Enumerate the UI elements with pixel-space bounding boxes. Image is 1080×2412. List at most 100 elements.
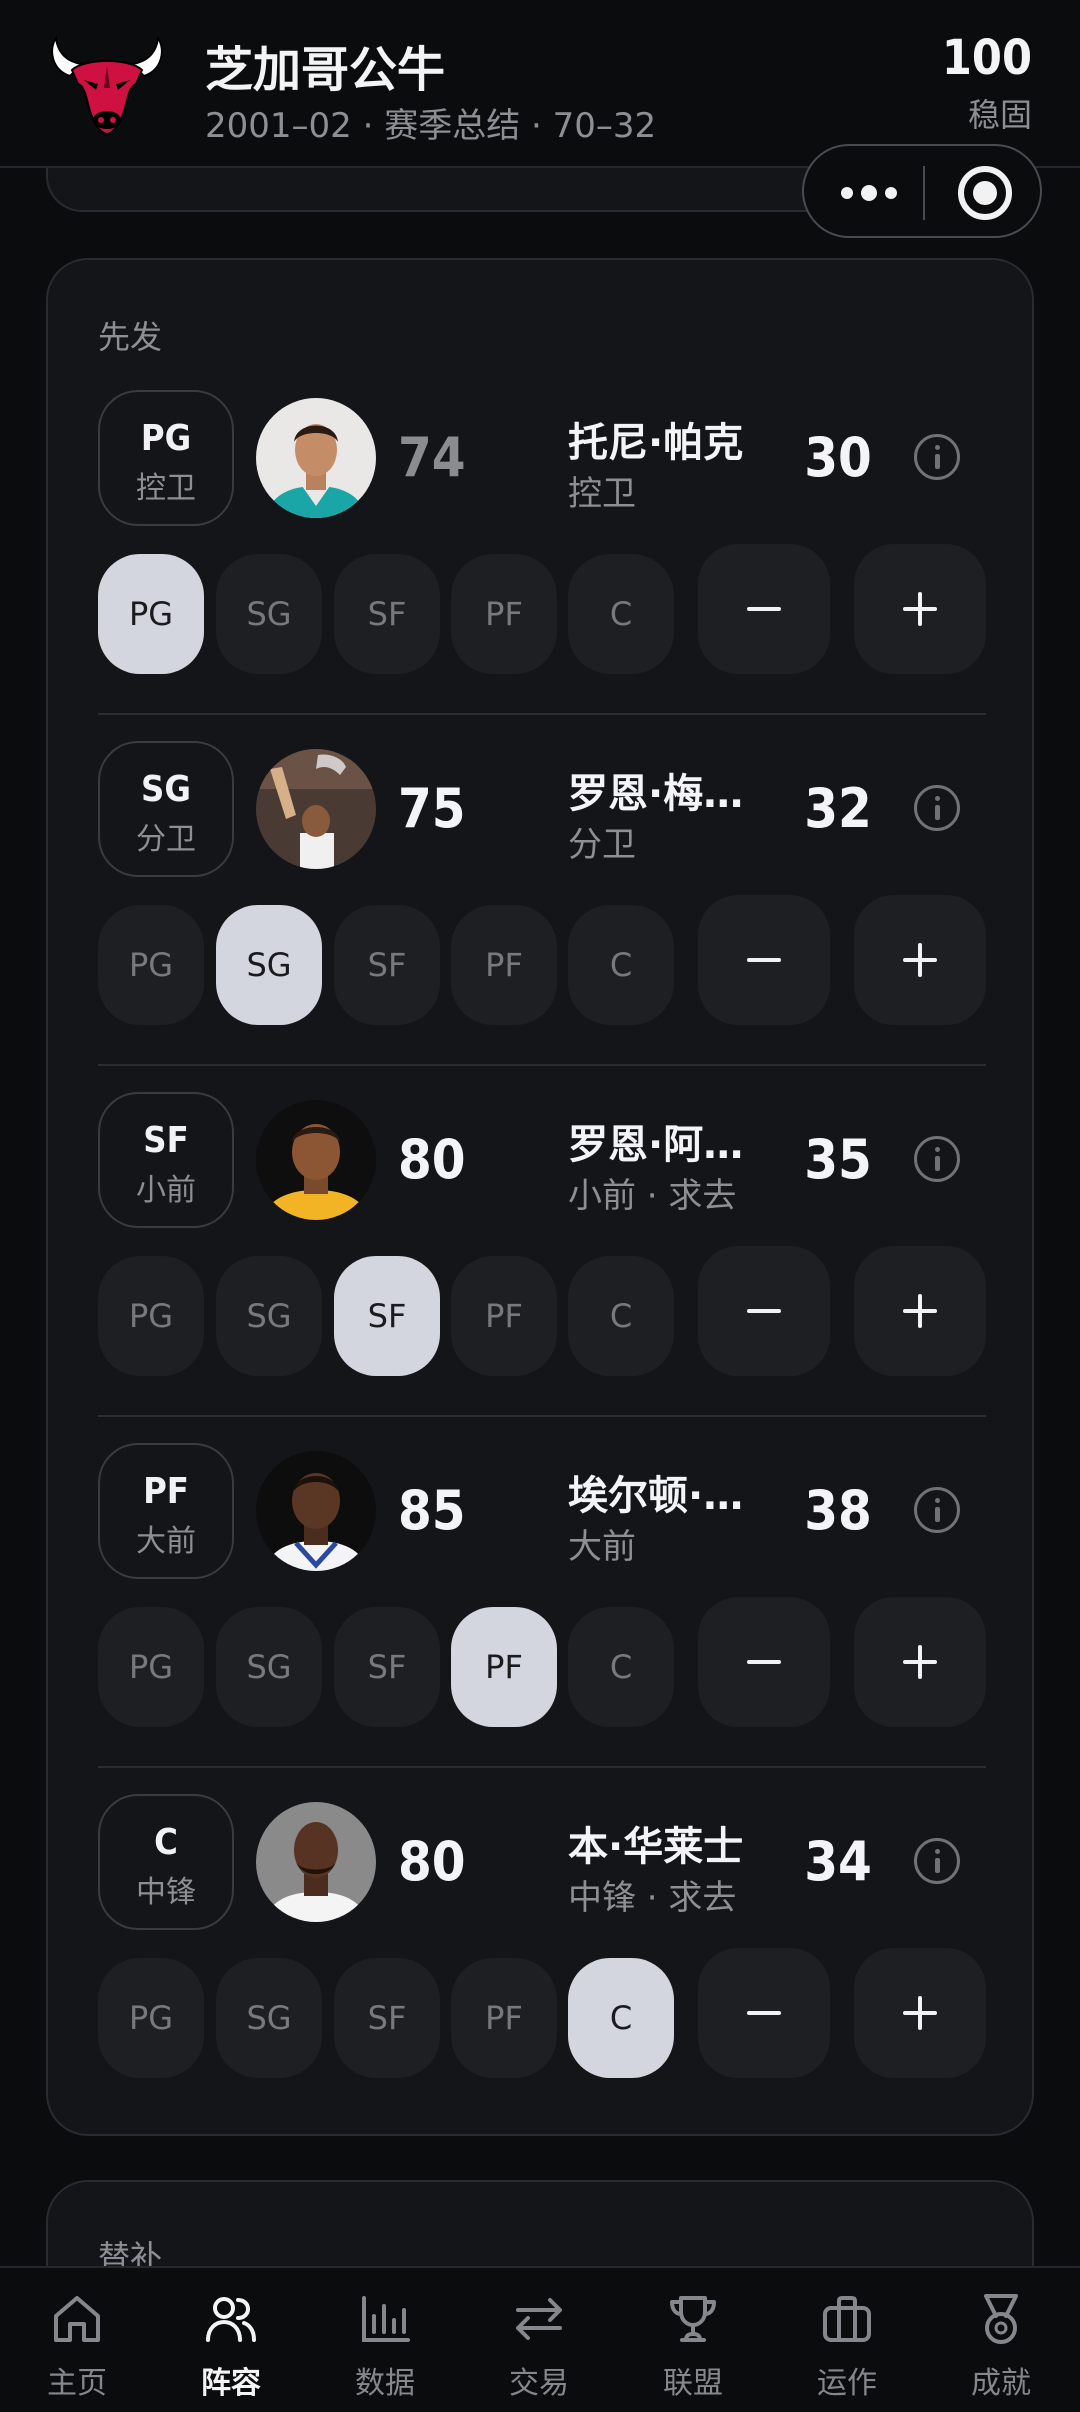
minus-icon	[747, 958, 781, 962]
position-option-c[interactable]: C	[568, 1958, 674, 2078]
position-option-pf[interactable]: PF	[451, 1958, 557, 2078]
position-option-sf[interactable]: SF	[334, 1607, 440, 1727]
decrease-button[interactable]	[698, 544, 830, 674]
position-tag: SF 小前	[98, 1092, 234, 1228]
position-option-c[interactable]: C	[568, 1256, 674, 1376]
plus-icon	[903, 1294, 937, 1328]
position-option-pg[interactable]: PG	[98, 1958, 204, 2078]
minus-icon	[747, 607, 781, 611]
player-row: PF 大前 85 埃尔顿·… 大前 38 PG SG SF PF C	[98, 1443, 986, 1794]
player-avatar[interactable]	[256, 398, 376, 518]
increase-button[interactable]	[854, 1597, 986, 1727]
increase-button[interactable]	[854, 1246, 986, 1376]
overall-rating: 85	[398, 1479, 466, 1542]
position-abbr: SF	[143, 1120, 189, 1161]
nav-item-roster[interactable]: 阵容	[154, 2268, 308, 2412]
row-divider	[98, 1415, 986, 1417]
plus-icon	[903, 943, 937, 977]
info-icon[interactable]	[914, 434, 960, 480]
trade-icon	[516, 2298, 562, 2340]
nav-item-stats[interactable]: 数据	[308, 2268, 462, 2412]
nav-item-home[interactable]: 主页	[0, 2268, 154, 2412]
info-icon[interactable]	[914, 1838, 960, 1884]
starters-card: 先发 PG 控卫 74 托尼·帕克 控卫 30 PG SG SF PF C SG…	[46, 258, 1034, 2136]
row-divider	[98, 1064, 986, 1066]
position-option-sg[interactable]: SG	[216, 905, 322, 1025]
position-option-sg[interactable]: SG	[216, 1607, 322, 1727]
position-option-sg[interactable]: SG	[216, 1958, 322, 2078]
info-icon[interactable]	[914, 1136, 960, 1182]
player-name[interactable]: 本·华莱士	[568, 1814, 768, 1872]
position-option-c[interactable]: C	[568, 1607, 674, 1727]
stability-value: 100	[941, 30, 1032, 86]
player-name[interactable]: 埃尔顿·…	[568, 1463, 768, 1521]
position-option-sf[interactable]: SF	[334, 554, 440, 674]
nav-item-operations[interactable]: 运作	[770, 2268, 924, 2412]
player-avatar[interactable]	[256, 1802, 376, 1922]
decrease-button[interactable]	[698, 1597, 830, 1727]
position-option-sg[interactable]: SG	[216, 1256, 322, 1376]
plus-icon	[903, 1996, 937, 2030]
position-option-c[interactable]: C	[568, 905, 674, 1025]
position-option-sf[interactable]: SF	[334, 1256, 440, 1376]
player-avatar[interactable]	[256, 1100, 376, 1220]
increase-button[interactable]	[854, 895, 986, 1025]
position-option-pf[interactable]: PF	[451, 905, 557, 1025]
trophy-icon	[670, 2296, 716, 2342]
position-cn: 大前	[136, 1524, 196, 1559]
bottom-navigation: 主页 阵容 数据 交易 联盟 运作 成就	[0, 2266, 1080, 2412]
player-age: 38	[804, 1479, 872, 1542]
position-tag: PG 控卫	[98, 390, 234, 526]
miniprogram-capsule	[802, 144, 1042, 238]
player-name[interactable]: 托尼·帕克	[568, 410, 768, 468]
position-cn: 控卫	[136, 471, 196, 506]
increase-button[interactable]	[854, 544, 986, 674]
stability-label: 稳固	[967, 96, 1032, 134]
nav-item-achievements[interactable]: 成就	[924, 2268, 1078, 2412]
position-option-pf[interactable]: PF	[451, 1607, 557, 1727]
position-option-pg[interactable]: PG	[98, 905, 204, 1025]
decrease-button[interactable]	[698, 1246, 830, 1376]
position-option-pf[interactable]: PF	[451, 554, 557, 674]
position-option-sf[interactable]: SF	[334, 905, 440, 1025]
nav-label: 阵容	[201, 2366, 261, 2401]
plus-icon	[903, 592, 937, 626]
player-position-note: 分卫	[568, 825, 636, 865]
home-icon	[54, 2296, 100, 2342]
capsule-divider	[923, 166, 925, 220]
nav-label: 交易	[509, 2366, 569, 2401]
medal-icon	[984, 2294, 1018, 2344]
player-age: 30	[804, 426, 872, 489]
overall-rating: 80	[398, 1830, 466, 1893]
position-abbr: SG	[141, 769, 191, 810]
position-option-pg[interactable]: PG	[98, 554, 204, 674]
player-avatar[interactable]	[256, 749, 376, 869]
position-option-pf[interactable]: PF	[451, 1256, 557, 1376]
more-menu-icon[interactable]	[834, 172, 904, 214]
roster-icon	[206, 2297, 256, 2342]
info-icon[interactable]	[914, 1487, 960, 1533]
player-position-note: 控卫	[568, 474, 636, 514]
plus-icon	[903, 1645, 937, 1679]
increase-button[interactable]	[854, 1948, 986, 2078]
position-option-pg[interactable]: PG	[98, 1607, 204, 1727]
nav-label: 主页	[47, 2366, 107, 2401]
position-cn: 分卫	[136, 822, 196, 857]
decrease-button[interactable]	[698, 895, 830, 1025]
nav-item-trade[interactable]: 交易	[462, 2268, 616, 2412]
overall-rating: 74	[398, 426, 466, 489]
player-avatar[interactable]	[256, 1451, 376, 1571]
player-age: 32	[804, 777, 872, 840]
decrease-button[interactable]	[698, 1948, 830, 2078]
close-miniprogram-icon[interactable]	[958, 166, 1012, 220]
player-row: PG 控卫 74 托尼·帕克 控卫 30 PG SG SF PF C	[98, 390, 986, 741]
position-option-c[interactable]: C	[568, 554, 674, 674]
nav-item-league[interactable]: 联盟	[616, 2268, 770, 2412]
player-row: C 中锋 80 本·华莱士 中锋 · 求去 34 PG SG SF PF C	[98, 1794, 986, 2145]
position-option-pg[interactable]: PG	[98, 1256, 204, 1376]
player-name[interactable]: 罗恩·阿…	[568, 1112, 768, 1170]
player-name[interactable]: 罗恩·梅…	[568, 761, 768, 819]
position-option-sf[interactable]: SF	[334, 1958, 440, 2078]
position-option-sg[interactable]: SG	[216, 554, 322, 674]
info-icon[interactable]	[914, 785, 960, 831]
